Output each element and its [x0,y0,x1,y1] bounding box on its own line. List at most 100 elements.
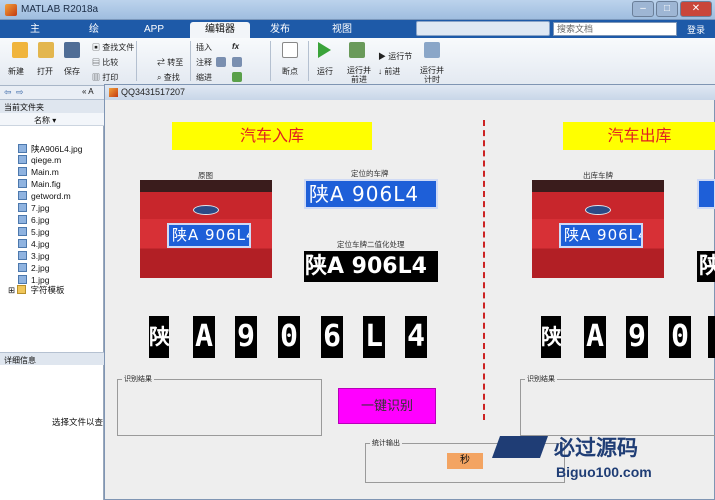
image-file-icon [18,251,27,260]
find-button[interactable]: ⌕ 查找 [157,72,180,83]
indent-button[interactable]: 缩进 [196,72,212,83]
exit-result-panel-label: 识别结果 [525,374,557,384]
advance-label: 前进 [384,67,401,76]
run-advance-icon [349,42,365,58]
image-file-icon [18,144,27,153]
column-header-name[interactable]: 名称 ▾ [0,113,104,126]
segmented-char: 0 [278,316,300,358]
compare-button[interactable]: ▤ 比较 [92,57,118,68]
ford-emblem-icon [585,205,611,215]
open-button[interactable]: 打开 [37,66,53,77]
tab-home[interactable]: 主页 [16,22,54,51]
file-item[interactable]: 4.jpg [18,239,49,251]
segmented-char: 9 [235,316,257,358]
details-hint: 选择文件以查 [52,417,104,427]
file-name: 5.jpg [31,227,50,237]
insert-button[interactable]: 插入 [196,42,212,53]
tab-view[interactable]: 视图 [320,22,364,38]
print-label: 打印 [102,73,119,82]
run-button[interactable]: 运行 [317,66,333,77]
result-panel: 识别结果 [117,374,322,436]
binary-plate-label: 定位车牌二值化处理 [337,240,405,249]
run-section-button[interactable]: ▶ 运行节 [378,51,412,62]
login-link[interactable]: 登录 [687,23,705,36]
panel-title: 当前文件夹 [0,100,104,113]
located-plate-label: 定位的车牌 [351,169,389,178]
exit-located-plate-image [697,179,715,209]
m-file-icon [18,167,27,176]
minimize-button[interactable]: – [632,1,654,17]
file-name: 3.jpg [31,251,50,261]
exit-segmented-char: 陕 [541,316,561,358]
image-file-icon [18,203,27,212]
seconds-label: 秒 [447,453,483,469]
back-icon[interactable]: ⇦ [4,87,12,98]
maximize-button[interactable]: □ [656,1,678,17]
file-item[interactable]: 6.jpg [18,215,49,227]
file-item[interactable]: 7.jpg [18,203,49,215]
run-icon [318,42,331,58]
folder-name: 字符模板 [30,285,65,295]
segmented-char: L [363,316,385,358]
editor-ribbon: 新建 打开 保存 ▣ 查找文件 ▤ 比较 ▥ 打印 文件 ⇄ 转至 ⌕ 查找 插… [0,38,715,96]
file-item[interactable]: Main.m [18,167,59,179]
exit-segmented-char-partial [708,316,715,358]
path-breadcrumb[interactable]: « A [82,87,94,96]
tab-apps[interactable]: APP [132,22,172,38]
new-button[interactable]: 新建 [8,66,24,77]
segmented-char: 6 [321,316,343,358]
watermark-url: Biguo100.com [556,464,652,480]
image-file-icon [18,227,27,236]
breakpoints-button[interactable]: 断点 [282,66,298,77]
one-key-recognize-button[interactable]: 一键识别 [338,388,436,424]
segmented-char: 陕 [149,316,169,358]
comment-button[interactable]: 注释 [196,57,212,68]
original-car-image: 陕A 906L4 [140,180,272,278]
divider-line [483,120,485,420]
search-docs-input[interactable]: 搜索文档 [553,22,677,36]
image-file-icon [18,215,27,224]
file-item[interactable]: 3.jpg [18,251,49,263]
current-folder-panel: ⇦ ⇨ « A 当前文件夹 名称 ▾ 陕A906L4.jpg qiege.m M… [0,86,104,500]
app-title: MATLAB R2018a [21,4,99,15]
file-item[interactable]: 陕A906L4.jpg [18,143,83,155]
file-item[interactable]: getword.m [18,191,71,203]
file-name: qiege.m [31,155,62,165]
tab-editor[interactable]: 编辑器 [190,22,250,38]
folder-item[interactable]: ⊞ 字符模板 [8,284,65,296]
file-item[interactable]: 2.jpg [18,263,49,275]
exit-segmented-char: 0 [669,316,691,358]
close-button[interactable]: ✕ [680,1,712,17]
ribbon-separator [308,41,309,81]
advance-button[interactable]: ↓ 前进 [378,66,400,77]
file-item[interactable]: Main.fig [18,179,61,191]
forward-icon[interactable]: ⇨ [16,87,24,98]
file-name: Main.fig [31,179,61,189]
run-timer-icon [424,42,440,58]
matlab-figure-icon [109,88,118,97]
exit-binary-plate-image: 陕 [697,251,715,282]
folder-toolbar: ⇦ ⇨ « A [0,86,104,100]
run-advance-button[interactable]: 运行并前进 [345,66,373,84]
save-icon [64,42,80,58]
quick-access-toolbar[interactable] [416,21,550,36]
goto-button[interactable]: ⇄ 转至 [157,57,183,68]
print-button[interactable]: ▥ 打印 [92,72,118,83]
file-item[interactable]: 5.jpg [18,227,49,239]
find-files-button[interactable]: ▣ 查找文件 [92,42,134,53]
segmented-char: 4 [405,316,427,358]
find-label: 查找 [163,73,180,82]
file-item[interactable]: qiege.m [18,155,61,167]
save-button[interactable]: 保存 [64,66,80,77]
m-file-icon [18,191,27,200]
run-time-button[interactable]: 运行并计时 [418,66,446,84]
graduation-cap-icon [491,436,549,458]
file-name: getword.m [31,191,71,201]
exit-segmented-char: A [584,316,606,358]
tab-publish[interactable]: 发布 [258,22,302,38]
image-file-icon [18,275,27,284]
details-header: 详细信息 [0,352,104,365]
fx-button[interactable]: fx [232,42,239,51]
tab-plots[interactable]: 绘图 [74,22,114,51]
banner-car-in: 汽车入库 [172,122,372,150]
